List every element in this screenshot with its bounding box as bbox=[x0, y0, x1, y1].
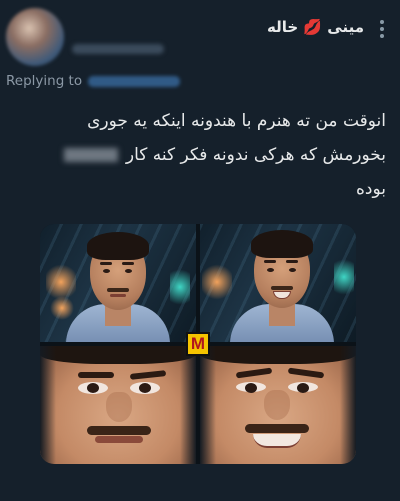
author-name-row[interactable]: مینی 💋 خاله bbox=[267, 18, 364, 36]
media-panel-top-left bbox=[40, 224, 196, 342]
replying-to-handle-redacted[interactable] bbox=[88, 75, 181, 87]
more-vertical-icon[interactable] bbox=[380, 20, 384, 38]
replying-to-label: Replying to bbox=[6, 73, 83, 89]
tweet-line-1: انوقت من ته هنرم با هندونه اینکه یه جوری bbox=[87, 111, 386, 131]
tweet-line-3: بوده bbox=[356, 179, 386, 199]
author-handle-redacted bbox=[72, 44, 164, 54]
media-panel-top-right bbox=[200, 224, 356, 342]
tweet-line-2: بخورمش که هرکی ندونه فکر کنه کار bbox=[14, 138, 386, 172]
avatar[interactable] bbox=[6, 8, 64, 66]
media-panel-bottom-left bbox=[40, 346, 196, 464]
tweet-text: انوقت من ته هنرم با هندونه اینکه یه جوری… bbox=[14, 104, 386, 206]
author-display-name[interactable]: مینی 💋 خاله bbox=[267, 18, 364, 36]
tweet-media-image[interactable]: M bbox=[40, 224, 356, 464]
tweet-line-2-text: بخورمش که هرکی ندونه فکر کنه کار bbox=[125, 145, 386, 165]
censored-word bbox=[64, 148, 119, 162]
m-logo-badge: M bbox=[186, 332, 210, 356]
replying-to: Replying to bbox=[6, 73, 181, 89]
media-panel-bottom-right bbox=[200, 346, 356, 464]
